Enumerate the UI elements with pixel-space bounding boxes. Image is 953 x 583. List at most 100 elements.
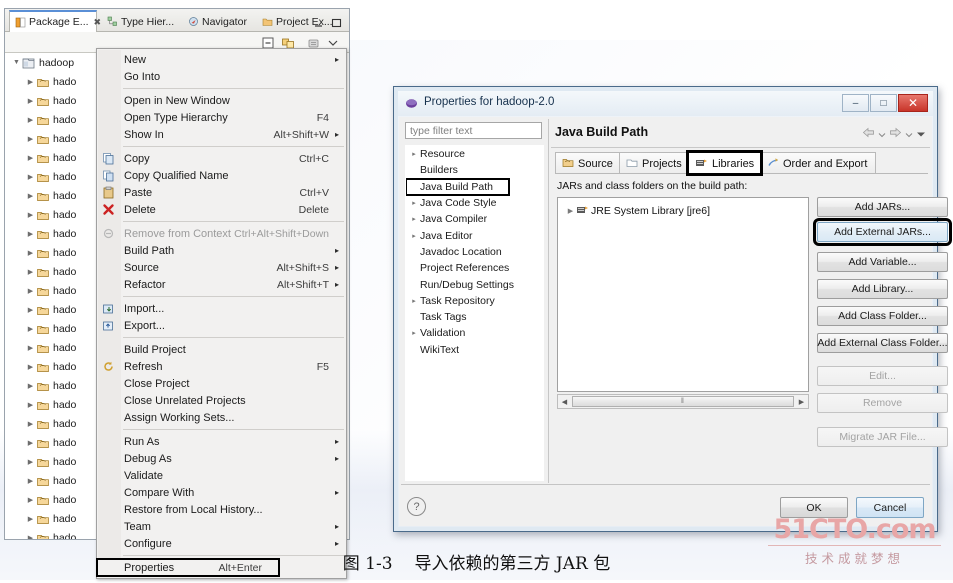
menu-item-run-as[interactable]: Run As ▸ (97, 433, 346, 450)
chevron-right-icon[interactable]: ▶ (25, 135, 36, 143)
list-item[interactable]: ▶ JRE System Library [jre6] (558, 202, 808, 219)
window-close-button[interactable]: ✕ (898, 94, 928, 112)
menu-item-export[interactable]: Export... (97, 317, 346, 334)
chevron-right-icon[interactable]: ▶ (25, 458, 36, 466)
dialog-titlebar[interactable]: Properties for hadoop-2.0 – □ ✕ (398, 91, 933, 116)
menu-item-go-into[interactable]: Go Into (97, 68, 346, 85)
menu-item-show-in[interactable]: Show In Alt+Shift+W ▸ (97, 126, 346, 143)
chevron-right-icon[interactable]: ▶ (25, 116, 36, 124)
filter-input[interactable]: type filter text (405, 122, 542, 139)
close-icon[interactable]: ✖ (94, 17, 101, 28)
menu-item-close-unrelated-projects[interactable]: Close Unrelated Projects (97, 392, 346, 409)
menu-item-delete[interactable]: Delete Delete (97, 201, 346, 218)
view-menu-icon[interactable] (916, 125, 926, 143)
tab-order-and-export[interactable]: Order and Export (760, 152, 876, 174)
horizontal-scrollbar[interactable]: ◀ ‖ ▶ (557, 394, 809, 409)
tab-source[interactable]: Source (555, 152, 620, 174)
tab-libraries[interactable]: Libraries (686, 150, 763, 176)
chevron-right-icon[interactable]: ▶ (25, 344, 36, 352)
button-add-jars[interactable]: Add JARs... (817, 197, 948, 217)
scroll-left-icon[interactable]: ◀ (558, 398, 571, 406)
chevron-right-icon[interactable]: ▶ (25, 268, 36, 276)
chevron-right-icon[interactable]: ▶ (25, 97, 36, 105)
chevron-right-icon[interactable]: ▶ (565, 207, 576, 215)
chevron-right-icon[interactable]: ▶ (25, 192, 36, 200)
chevron-right-icon[interactable]: ▶ (25, 306, 36, 314)
menu-item-close-project[interactable]: Close Project (97, 375, 346, 392)
window-minimize-button[interactable]: – (842, 94, 869, 112)
context-menu-items[interactable]: New ▸ Go Into Open in New Window Open Type H… (96, 51, 346, 577)
button-add-variable[interactable]: Add Variable... (817, 252, 948, 272)
nav-item-wikitext[interactable]: WikiText (406, 342, 543, 358)
chevron-right-icon[interactable]: ▸ (408, 232, 420, 240)
build-path-tabs[interactable]: Source Projects Libraries Order and Export (555, 150, 928, 176)
chevron-right-icon[interactable]: ▶ (25, 230, 36, 238)
chevron-right-icon[interactable]: ▸ (408, 215, 420, 223)
jars-listbox[interactable]: ▶ JRE System Library [jre6] (557, 197, 809, 392)
menu-item-build-project[interactable]: Build Project (97, 341, 346, 358)
menu-item-refactor[interactable]: Refactor Alt+Shift+T ▸ (97, 276, 346, 293)
nav-item-task-tags[interactable]: Task Tags (406, 309, 543, 325)
tab-navigator[interactable]: Navigator (183, 11, 255, 32)
menu-item-import[interactable]: Import... (97, 300, 346, 317)
chevron-right-icon[interactable]: ▶ (25, 211, 36, 219)
nav-item-builders[interactable]: Builders (406, 162, 543, 178)
menu-item-open-type-hierarchy[interactable]: Open Type Hierarchy F4 (97, 109, 346, 126)
window-maximize-button[interactable]: □ (870, 94, 897, 112)
nav-item-java-editor[interactable]: ▸ Java Editor (406, 227, 543, 243)
nav-item-task-repository[interactable]: ▸ Task Repository (406, 293, 543, 309)
nav-item-resource[interactable]: ▸ Resource (406, 146, 543, 162)
tab-projects[interactable]: Projects (619, 152, 689, 174)
menu-item-assign-working-sets[interactable]: Assign Working Sets... (97, 409, 346, 426)
menu-item-validate[interactable]: Validate (97, 467, 346, 484)
menu-item-paste[interactable]: Paste Ctrl+V (97, 184, 346, 201)
menu-item-copy[interactable]: Copy Ctrl+C (97, 150, 346, 167)
menu-item-refresh[interactable]: Refresh F5 (97, 358, 346, 375)
chevron-right-icon[interactable]: ▸ (408, 199, 420, 207)
menu-item-source[interactable]: Source Alt+Shift+S ▸ (97, 259, 346, 276)
menu-item-copy-qualified-name[interactable]: Copy Qualified Name (97, 167, 346, 184)
menu-item-compare-with[interactable]: Compare With ▸ (97, 484, 346, 501)
forward-dropdown-icon[interactable] (905, 125, 913, 143)
chevron-right-icon[interactable]: ▶ (25, 249, 36, 257)
chevron-right-icon[interactable]: ▶ (25, 477, 36, 485)
nav-item-validation[interactable]: ▸ Validation (406, 325, 543, 341)
back-arrow-icon[interactable] (862, 125, 875, 143)
menu-item-build-path[interactable]: Build Path ▸ (97, 242, 346, 259)
nav-item-run-debug-settings[interactable]: Run/Debug Settings (406, 276, 543, 292)
menu-item-team[interactable]: Team ▸ (97, 518, 346, 535)
menu-item-properties[interactable]: Properties Alt+Enter (96, 558, 280, 577)
scrollbar-thumb[interactable]: ‖ (572, 396, 794, 407)
nav-item-java-code-style[interactable]: ▸ Java Code Style (406, 195, 543, 211)
back-dropdown-icon[interactable] (878, 125, 886, 143)
forward-arrow-icon[interactable] (889, 125, 902, 143)
menu-item-restore-from-local-history[interactable]: Restore from Local History... (97, 501, 346, 518)
chevron-right-icon[interactable]: ▶ (25, 382, 36, 390)
chevron-right-icon[interactable]: ▶ (25, 401, 36, 409)
button-add-external-jars[interactable]: Add External JARs... (813, 218, 952, 246)
tab-package-explorer[interactable]: Package E... ✖ (9, 10, 101, 32)
menu-item-new[interactable]: New ▸ (97, 51, 346, 68)
chevron-right-icon[interactable]: ▶ (25, 515, 36, 523)
button-add-class-folder[interactable]: Add Class Folder... (817, 306, 948, 326)
chevron-right-icon[interactable]: ▸ (408, 329, 420, 337)
scroll-right-icon[interactable]: ▶ (795, 398, 808, 406)
menu-item-debug-as[interactable]: Debug As ▸ (97, 450, 346, 467)
chevron-right-icon[interactable]: ▶ (25, 78, 36, 86)
context-menu[interactable]: New ▸ Go Into Open in New Window Open Type H… (96, 48, 347, 579)
help-icon[interactable]: ? (407, 497, 426, 516)
chevron-right-icon[interactable]: ▶ (25, 439, 36, 447)
tab-type-hierarchy[interactable]: Type Hier... (102, 11, 180, 32)
button-add-external-class-folder[interactable]: Add External Class Folder... (817, 333, 948, 353)
chevron-right-icon[interactable]: ▶ (25, 325, 36, 333)
maximize-icon[interactable] (331, 15, 342, 33)
chevron-right-icon[interactable]: ▶ (25, 154, 36, 162)
chevron-right-icon[interactable]: ▶ (25, 420, 36, 428)
button-add-library[interactable]: Add Library... (817, 279, 948, 299)
chevron-right-icon[interactable]: ▶ (25, 363, 36, 371)
chevron-right-icon[interactable]: ▶ (25, 534, 36, 540)
settings-nav-tree[interactable]: ▸ Resource Builders Java Build Path ▸ Java Co… (405, 145, 544, 481)
pane-nav-buttons[interactable] (862, 125, 926, 143)
nav-item-java-compiler[interactable]: ▸ Java Compiler (406, 211, 543, 227)
nav-item-javadoc-location[interactable]: Javadoc Location (406, 244, 543, 260)
